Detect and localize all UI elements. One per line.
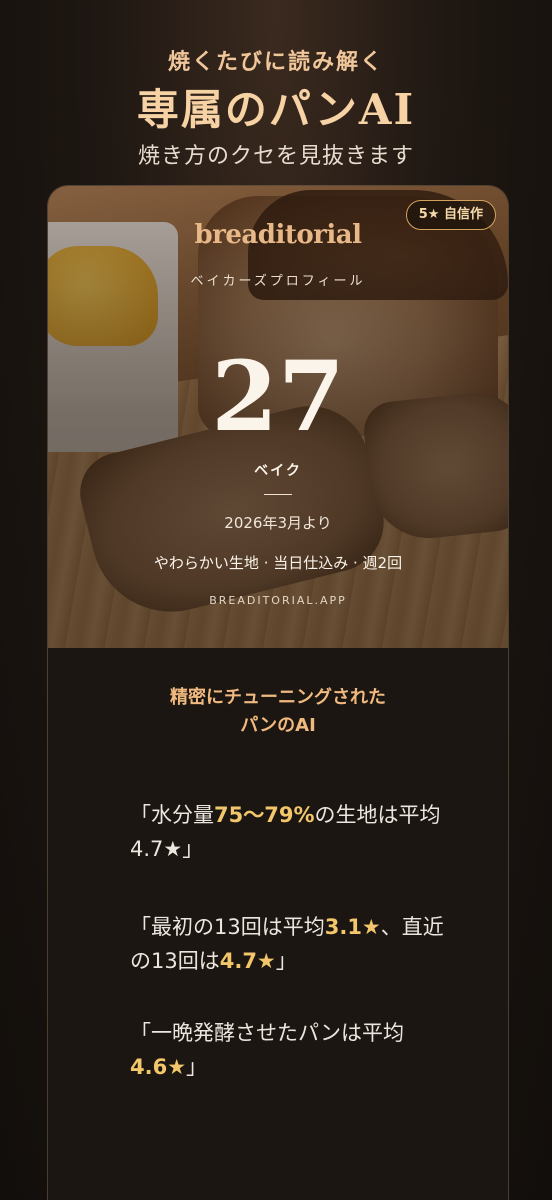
bread-photo: 5★ 自信作 breaditorial ベイカーズプロフィール 27 ベイク 2… [48,186,508,648]
profile-label: ベイカーズプロフィール [190,274,366,289]
insight-quote: 「水分量75〜79%の生地は平均4.7★」 [130,803,441,861]
brand-logo: breaditorial [194,220,362,250]
hero-title: 専属のパンAI [136,85,416,134]
hero-subtitle: 焼き方のクセを見抜きます [137,144,414,169]
since-date: 2026年3月より [224,514,332,532]
insight-quote: 「最初の13回は平均3.1★、直近の13回は4.7★」 [130,915,444,973]
baker-traits: やわらかい生地 · 当日仕込み · 週2回 [153,554,403,572]
app-url: BREADITORIAL.APP [209,594,347,607]
insights-title: 精密にチューニングされた パンのAI [170,687,386,736]
hero-kicker: 焼くたびに読み解く [167,50,384,75]
divider [264,494,292,495]
baker-profile-card: 5★ 自信作 breaditorial ベイカーズプロフィール 27 ベイク 2… [48,186,508,1200]
insight-quote: 「一晩発酵させたパンは平均4.6★」 [130,1021,405,1079]
bake-count: 27 [211,340,345,453]
bake-unit: ベイク [254,463,302,479]
